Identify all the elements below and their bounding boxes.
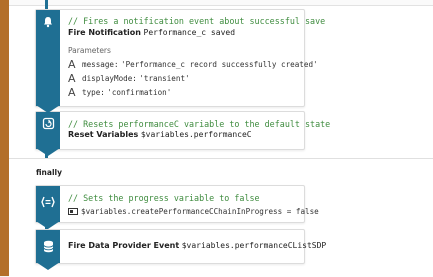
parameter-row: A displayMode: 'transient' xyxy=(68,72,190,85)
bell-icon xyxy=(41,15,55,29)
try-block-bar xyxy=(0,0,9,276)
param-value: 'confirmation' xyxy=(107,88,172,97)
action-title: Fire Data Provider Event $variables.perf… xyxy=(68,241,326,250)
param-key: type: xyxy=(82,88,105,97)
action-comment: // Resets performanceC variable to the d… xyxy=(68,119,331,129)
assign-variables-card[interactable]: // Sets the progress variable to false $… xyxy=(35,185,319,223)
database-icon xyxy=(41,239,55,253)
variable-icon xyxy=(68,208,81,215)
action-target: $variables.performanceCListSDP xyxy=(181,241,327,250)
action-title: Fire Notification Performance_c saved xyxy=(68,28,235,37)
param-value: 'Performance_c record successfully creat… xyxy=(121,60,318,69)
param-value: 'transient' xyxy=(139,74,190,83)
fire-data-provider-event-card[interactable]: Fire Data Provider Event $variables.perf… xyxy=(35,229,326,264)
reset-variables-card[interactable]: // Resets performanceC variable to the d… xyxy=(35,111,330,150)
action-name: Fire Data Provider Event xyxy=(68,241,180,250)
action-target: Performance_c saved xyxy=(143,28,236,37)
text-type-icon: A xyxy=(68,86,76,99)
previous-card-edge xyxy=(0,0,433,6)
text-type-icon: A xyxy=(68,72,76,85)
action-comment: // Sets the progress variable to false xyxy=(68,193,260,203)
action-title: Reset Variables $variables.performanceC xyxy=(68,130,252,139)
parameter-row: A message: 'Performance_c record success… xyxy=(68,58,318,71)
parameter-row: A type: 'confirmation' xyxy=(68,86,171,99)
param-key: displayMode: xyxy=(82,74,137,83)
assign-icon xyxy=(41,195,55,209)
fire-notification-card[interactable]: // Fires a notification event about succ… xyxy=(35,9,325,107)
assignment-row: $variables.createPerformanceCChainInProg… xyxy=(68,207,319,216)
param-key: message: xyxy=(82,60,119,69)
action-target: $variables.performanceC xyxy=(140,130,252,139)
action-comment: // Fires a notification event about succ… xyxy=(68,16,326,26)
parameters-label: Parameters xyxy=(68,46,111,55)
reset-icon xyxy=(41,116,55,130)
text-type-icon: A xyxy=(68,58,76,71)
finally-label: finally xyxy=(36,168,62,177)
action-name: Reset Variables xyxy=(68,130,139,139)
action-name: Fire Notification xyxy=(68,28,141,37)
assignment-expression: $variables.createPerformanceCChainInProg… xyxy=(81,207,319,216)
